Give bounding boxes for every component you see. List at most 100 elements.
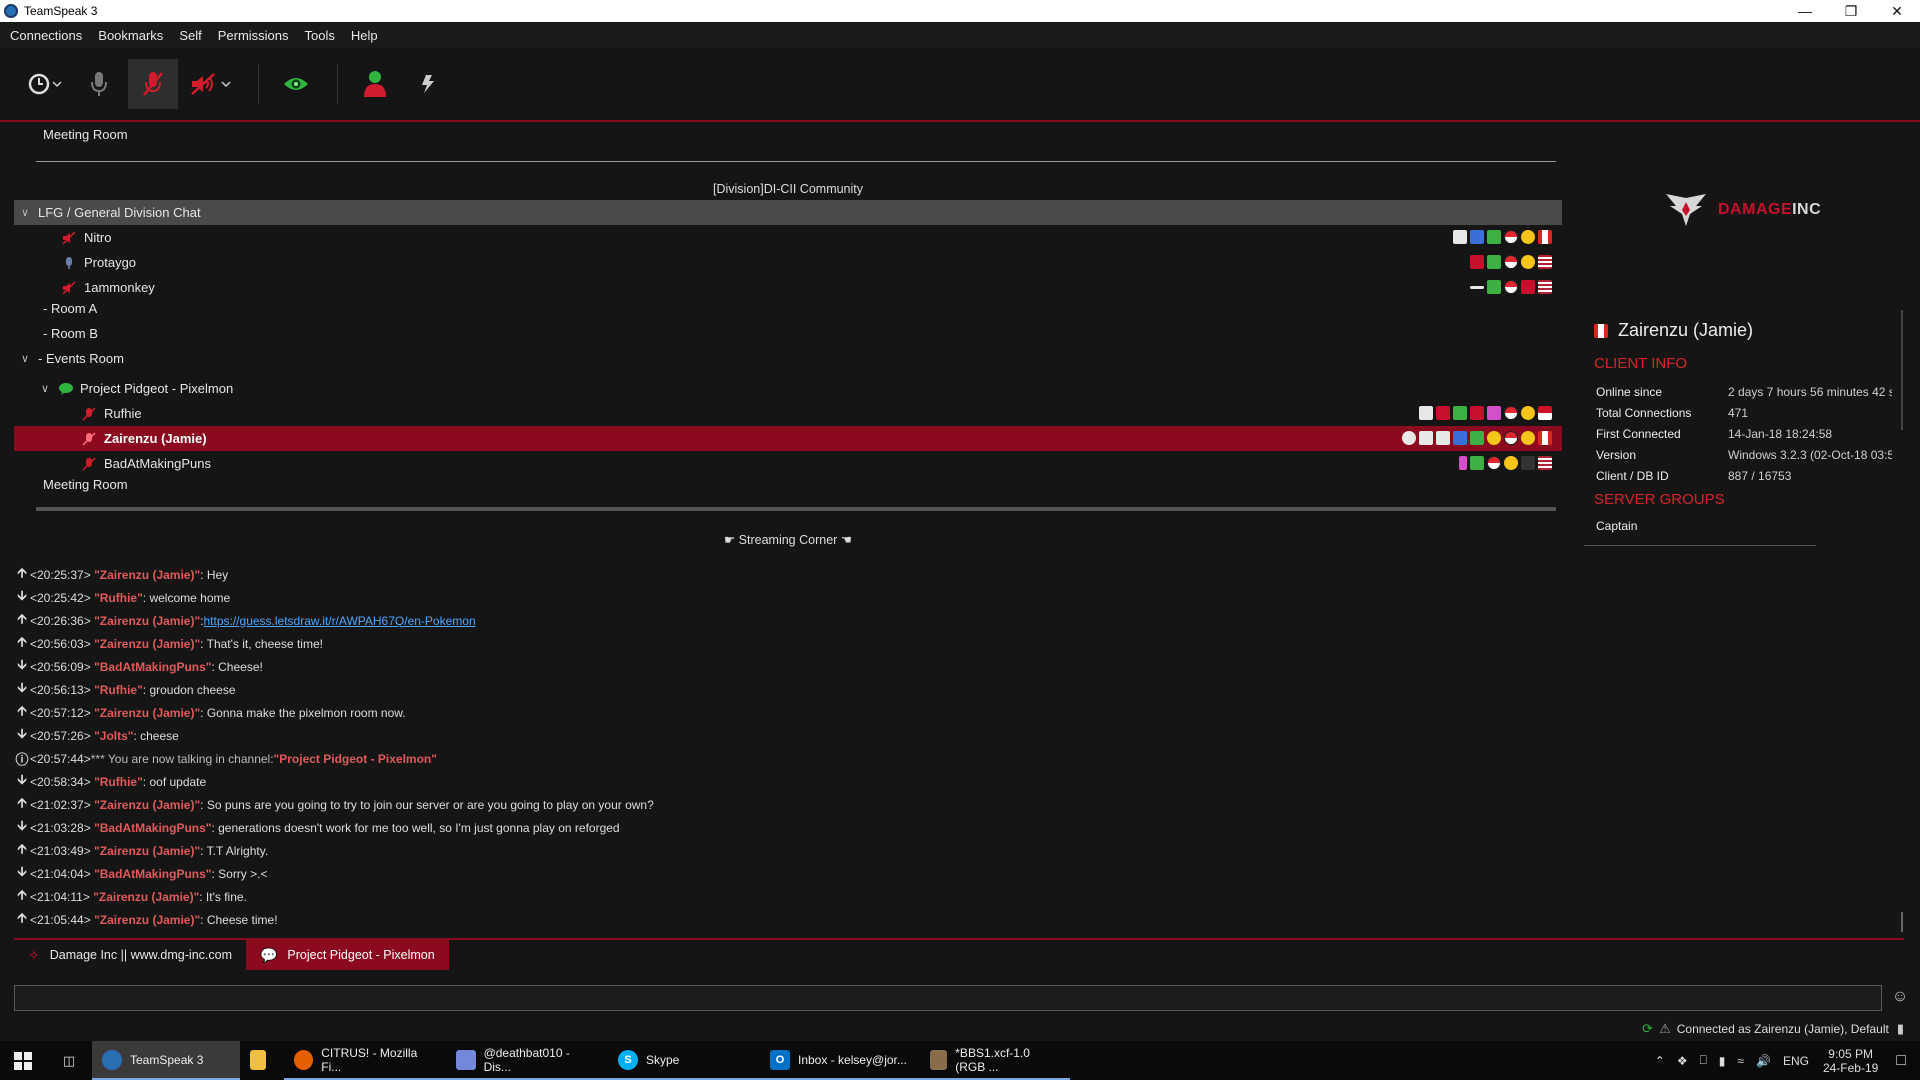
microphone-icon xyxy=(91,72,107,96)
emoji-icon[interactable]: ☺ xyxy=(1890,988,1910,1008)
chat-scrollbar[interactable] xyxy=(1901,912,1903,932)
chat-nick[interactable]: "Zairenzu (Jamie)" xyxy=(94,706,200,720)
info-row: Online since 2 days 7 hours 56 minutes 42… xyxy=(1596,381,1896,402)
language-indicator[interactable]: ENG xyxy=(1783,1054,1809,1068)
info-value: 471 xyxy=(1728,405,1749,420)
channel-room-b[interactable]: - Room B xyxy=(14,321,1562,346)
taskbar-app-teamspeak[interactable]: TeamSpeak 3 xyxy=(92,1041,240,1080)
chat-message: : welcome home xyxy=(142,590,231,605)
clock[interactable]: 9:05 PM 24-Feb-19 xyxy=(1823,1047,1878,1075)
menu-tools[interactable]: Tools xyxy=(297,28,343,43)
toolbar xyxy=(0,48,1920,122)
battery-icon[interactable]: ▮ xyxy=(1719,1054,1726,1068)
star-icon xyxy=(1453,230,1467,244)
chat-system-message: *** You are now talking in channel: xyxy=(90,751,274,766)
chat-line: 🡫 <20:57:26> "Jolts": cheese xyxy=(14,724,1904,747)
chat-nick[interactable]: "Zairenzu (Jamie)" xyxy=(93,890,199,904)
pokeball-icon xyxy=(1504,431,1518,445)
user-row-selected[interactable]: Zairenzu (Jamie) xyxy=(14,426,1562,451)
taskbar-app-skype[interactable]: S Skype xyxy=(608,1041,760,1080)
task-view-button[interactable]: ◫ xyxy=(46,1041,92,1080)
chevron-down-icon[interactable]: ∨ xyxy=(18,352,32,366)
chat-line: 🡫 <20:58:34> "Rufhie": oof update xyxy=(14,770,1904,793)
mute-speakers-button[interactable] xyxy=(182,59,242,109)
info-scrollbar[interactable] xyxy=(1901,310,1903,430)
chat-nick[interactable]: "Zairenzu (Jamie)" xyxy=(94,798,200,812)
contacts-button[interactable] xyxy=(350,59,400,109)
logo-text-left: DAMAGE xyxy=(1718,201,1793,218)
warning-icon[interactable]: ⚠ xyxy=(1659,1021,1671,1037)
taskbar-app-outlook[interactable]: O Inbox - kelsey@jor... xyxy=(760,1041,920,1080)
channel-meeting-room-top[interactable]: Meeting Room xyxy=(14,122,1562,147)
chat-channel-link[interactable]: "Project Pidgeot - Pixelmon" xyxy=(274,752,437,766)
channel-project-pidgeot[interactable]: ∨ Project Pidgeot - Pixelmon xyxy=(14,376,1562,401)
chat-nick[interactable]: "Zairenzu (Jamie)" xyxy=(94,637,200,651)
chat-message: : Hey xyxy=(200,567,229,582)
chat-nick[interactable]: "Rufhie" xyxy=(94,683,143,697)
chat-nick[interactable]: "Zairenzu (Jamie)" xyxy=(94,844,200,858)
subscribe-button[interactable] xyxy=(271,59,321,109)
puzzle-icon xyxy=(1453,431,1467,445)
usb-icon[interactable]: ⎕ xyxy=(1700,1053,1707,1068)
chevron-up-icon[interactable]: ⌃ xyxy=(1655,1054,1665,1068)
tab-channel[interactable]: 💬 Project Pidgeot - Pixelmon xyxy=(245,940,449,970)
chat-input[interactable] xyxy=(14,985,1882,1011)
close-button[interactable]: ✕ xyxy=(1874,0,1920,22)
refresh-icon[interactable]: ⟳ xyxy=(1642,1021,1653,1037)
pokeball-icon xyxy=(1504,255,1518,269)
chevron-down-icon[interactable]: ∨ xyxy=(38,382,52,396)
chat-nick[interactable]: "Zairenzu (Jamie)" xyxy=(94,614,200,628)
away-status-button[interactable] xyxy=(20,59,70,109)
chat-nick[interactable]: "BadAtMakingPuns" xyxy=(94,821,211,835)
dropbox-icon[interactable]: ❖ xyxy=(1677,1054,1688,1068)
volume-icon[interactable]: 🔊 xyxy=(1756,1054,1771,1068)
chat-message: : It's fine. xyxy=(199,889,247,904)
chat-bubble-icon: 💬 xyxy=(259,946,278,963)
streaming-corner-title[interactable]: ☛ Streaming Corner ☚ xyxy=(14,532,1562,547)
window-title: TeamSpeak 3 xyxy=(24,4,98,18)
maximize-button[interactable]: ❐ xyxy=(1828,0,1874,22)
channel-events-room[interactable]: ∨ - Events Room xyxy=(14,346,1562,371)
chat-nick[interactable]: "Rufhie" xyxy=(94,591,143,605)
user-row[interactable]: Nitro xyxy=(14,225,1562,250)
hotkey-button[interactable] xyxy=(404,59,454,109)
info-key: Client / DB ID xyxy=(1596,468,1669,483)
channel-lfg[interactable]: ∨ LFG / General Division Chat xyxy=(14,200,1562,225)
info-value: 14-Jan-18 18:24:58 xyxy=(1728,426,1833,441)
menu-bookmarks[interactable]: Bookmarks xyxy=(90,28,171,43)
user-row[interactable]: Protaygo xyxy=(14,250,1562,275)
notifications-icon[interactable]: □ xyxy=(1896,1052,1906,1070)
chat-message: : That's it, cheese time! xyxy=(200,636,323,651)
tab-server[interactable]: ✧ Damage Inc || www.dmg-inc.com xyxy=(14,940,246,970)
teamspeak-logo-icon xyxy=(4,4,18,18)
start-button[interactable] xyxy=(0,1041,46,1080)
chat-nick[interactable]: "BadAtMakingPuns" xyxy=(94,867,211,881)
channel-room-a[interactable]: - Room A xyxy=(14,296,1562,321)
menu-connections[interactable]: Connections xyxy=(2,28,90,43)
chat-nick[interactable]: "Jolts" xyxy=(94,729,133,743)
menu-self[interactable]: Self xyxy=(171,28,209,43)
user-name: Zairenzu (Jamie) xyxy=(104,431,207,446)
chat-nick[interactable]: "BadAtMakingPuns" xyxy=(94,660,211,674)
taskbar-app-discord[interactable]: @deathbat010 - Dis... xyxy=(446,1041,608,1080)
wifi-icon[interactable]: ≈ xyxy=(1737,1054,1744,1068)
taskbar-app-gimp[interactable]: *BBS1.xcf-1.0 (RGB ... xyxy=(920,1041,1070,1080)
menu-help[interactable]: Help xyxy=(343,28,386,43)
chat-nick[interactable]: "Zairenzu (Jamie)" xyxy=(94,568,200,582)
minimize-button[interactable]: — xyxy=(1782,0,1828,22)
menu-permissions[interactable]: Permissions xyxy=(210,28,297,43)
chevron-down-icon[interactable]: ∨ xyxy=(18,206,32,220)
chat-nick[interactable]: "Rufhie" xyxy=(94,775,143,789)
flag-canada-icon xyxy=(1538,230,1552,244)
microphone-button[interactable] xyxy=(74,59,124,109)
chat-nick[interactable]: "Zairenzu (Jamie)" xyxy=(94,913,200,927)
chat-link[interactable]: https://guess.letsdraw.it/r/AWPAH67Q/en-… xyxy=(204,614,476,628)
warning-icon xyxy=(1521,280,1535,294)
info-key: Online since xyxy=(1596,384,1663,399)
user-row[interactable]: Rufhie xyxy=(14,401,1562,426)
channel-meeting-room-bottom[interactable]: Meeting Room xyxy=(14,472,1562,497)
taskbar-app-firefox[interactable]: CITRUS! - Mozilla Fi... xyxy=(284,1041,446,1080)
mute-microphone-button[interactable] xyxy=(128,59,178,109)
chat-time: <21:02:37> xyxy=(30,797,91,812)
taskbar-app-explorer[interactable] xyxy=(240,1041,284,1080)
